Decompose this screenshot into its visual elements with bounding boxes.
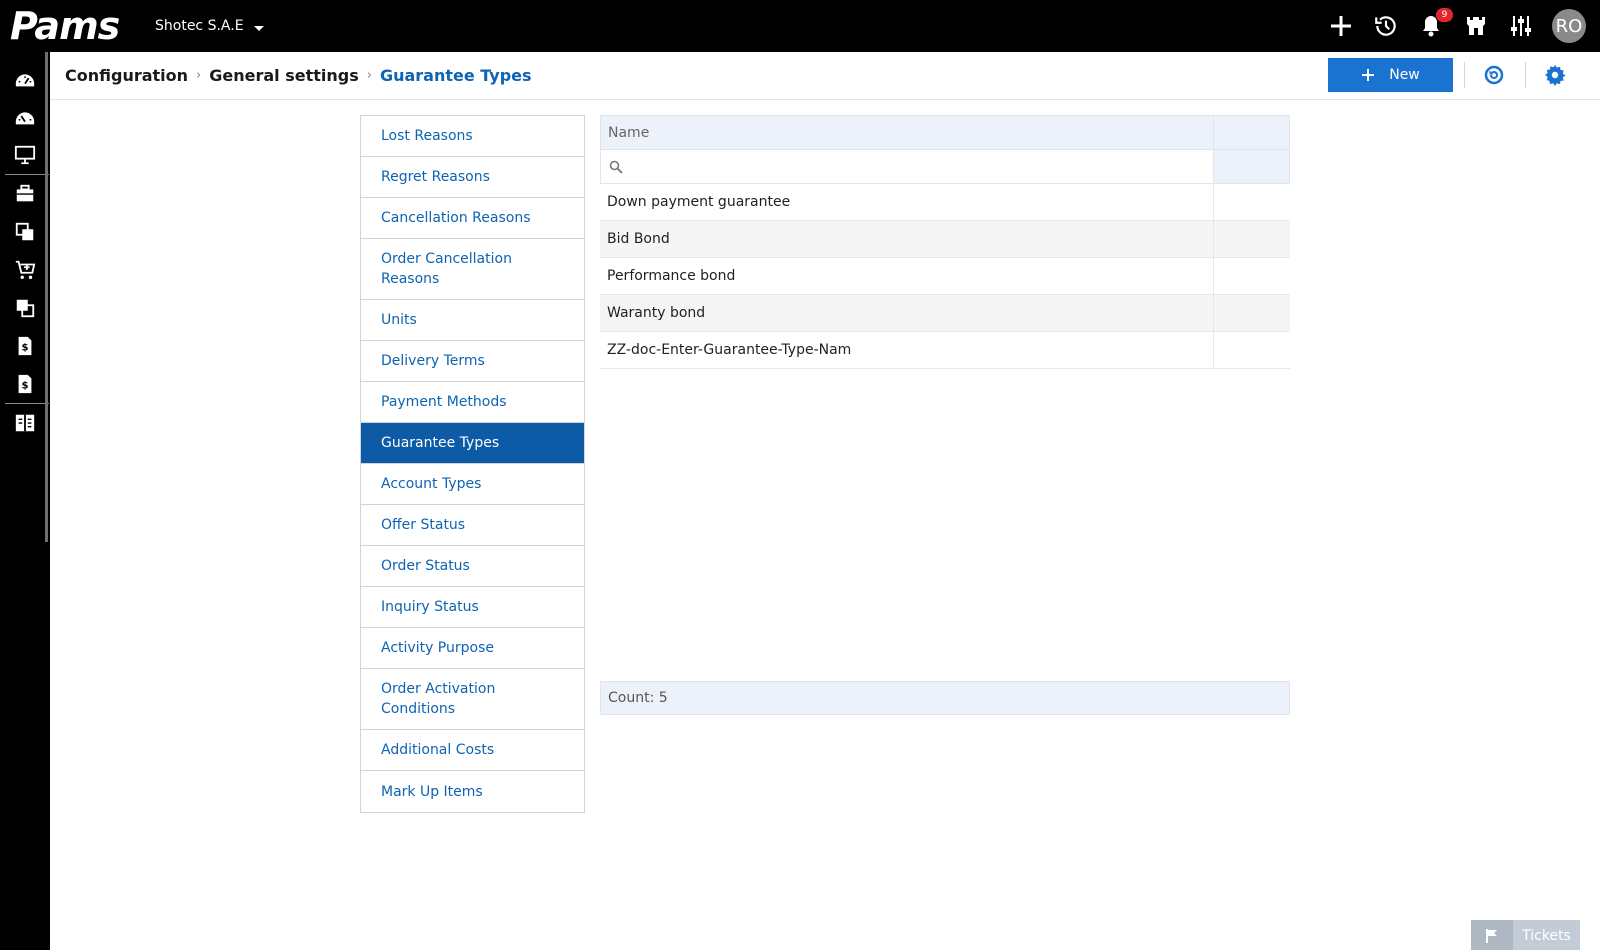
settings-item-lost-reasons[interactable]: Lost Reasons: [361, 116, 584, 157]
avatar[interactable]: RO: [1552, 9, 1586, 43]
sliders-icon[interactable]: [1507, 12, 1535, 40]
layout-icon[interactable]: [0, 404, 50, 442]
settings-item-payment-methods[interactable]: Payment Methods: [361, 382, 584, 423]
column-header-name[interactable]: Name: [601, 116, 1214, 149]
settings-item-delivery-terms[interactable]: Delivery Terms: [361, 341, 584, 382]
chevron-right-icon: ›: [366, 67, 372, 83]
flag-icon: [1471, 920, 1513, 950]
breadcrumb-bar: Configuration › General settings › Guara…: [50, 52, 1600, 100]
cell-name: ZZ-doc-Enter-Guarantee-Type-Nam: [600, 332, 1214, 368]
top-actions: 9 RO: [1327, 0, 1586, 52]
cell-actions: [1214, 258, 1290, 294]
name-filter-input[interactable]: [629, 158, 1189, 175]
settings-menu: Lost Reasons Regret Reasons Cancellation…: [360, 115, 585, 813]
table-row[interactable]: ZZ-doc-Enter-Guarantee-Type-Nam: [600, 332, 1290, 369]
cell-name: Performance bond: [600, 258, 1214, 294]
gear-icon[interactable]: [1543, 63, 1567, 87]
toolbar-divider: [1525, 62, 1526, 88]
cell-actions: [1214, 221, 1290, 257]
invoice-alt-icon[interactable]: $: [0, 365, 50, 403]
guarantee-types-grid: Name Down payment guarantee Bid Bond Per…: [600, 115, 1290, 369]
cell-name: Waranty bond: [600, 295, 1214, 331]
app-logo[interactable]: Pams: [10, 4, 120, 48]
documents-alt-icon[interactable]: [0, 289, 50, 327]
settings-item-offer-status[interactable]: Offer Status: [361, 505, 584, 546]
breadcrumb-guarantee-types: Guarantee Types: [379, 65, 532, 85]
invoice-icon[interactable]: $: [0, 327, 50, 365]
left-rail: $ $: [0, 52, 50, 950]
bell-icon[interactable]: 9: [1417, 8, 1453, 40]
new-button[interactable]: New: [1328, 58, 1453, 92]
settings-item-activity-purpose[interactable]: Activity Purpose: [361, 628, 584, 669]
settings-item-order-activation-conditions[interactable]: Order Activation Conditions: [361, 669, 584, 730]
dashboard-icon[interactable]: [0, 60, 50, 98]
cell-actions: [1214, 184, 1290, 220]
castle-icon[interactable]: [1462, 12, 1490, 40]
settings-item-inquiry-status[interactable]: Inquiry Status: [361, 587, 584, 628]
plus-icon[interactable]: [1327, 12, 1355, 40]
refresh-icon[interactable]: [1482, 63, 1506, 87]
cell-actions: [1214, 332, 1290, 368]
plus-icon: [1362, 69, 1375, 81]
settings-item-account-types[interactable]: Account Types: [361, 464, 584, 505]
table-row[interactable]: Down payment guarantee: [600, 184, 1290, 221]
svg-text:$: $: [21, 343, 28, 354]
tickets-button[interactable]: Tickets: [1471, 920, 1580, 950]
rail-scrollbar[interactable]: [45, 52, 48, 542]
top-bar: Pams Shotec S.A.E 9 RO: [0, 0, 1600, 52]
monitor-icon[interactable]: [0, 136, 50, 174]
column-header-actions: [1214, 116, 1289, 149]
breadcrumb-general-settings[interactable]: General settings: [209, 66, 359, 85]
documents-icon[interactable]: [0, 213, 50, 251]
cart-icon[interactable]: [0, 251, 50, 289]
svg-text:$: $: [21, 381, 28, 392]
settings-item-order-status[interactable]: Order Status: [361, 546, 584, 587]
breadcrumb: Configuration › General settings › Guara…: [65, 52, 532, 98]
dashboard-alt-icon[interactable]: [0, 98, 50, 136]
table-row[interactable]: Bid Bond: [600, 221, 1290, 258]
grid-header: Name: [600, 115, 1290, 150]
chevron-right-icon: ›: [196, 67, 202, 83]
new-button-label: New: [1389, 67, 1420, 83]
caret-down-icon: [253, 25, 264, 31]
search-icon: [609, 160, 623, 174]
cell-name: Bid Bond: [600, 221, 1214, 257]
briefcase-icon[interactable]: [0, 175, 50, 213]
filter-cell-actions: [1214, 150, 1289, 183]
settings-item-units[interactable]: Units: [361, 300, 584, 341]
company-selector[interactable]: Shotec S.A.E: [155, 0, 264, 52]
logo-text: Pams: [10, 4, 120, 48]
notification-badge: 9: [1436, 8, 1453, 22]
settings-item-mark-up-items[interactable]: Mark Up Items: [361, 771, 584, 812]
cell-actions: [1214, 295, 1290, 331]
breadcrumb-configuration[interactable]: Configuration: [65, 66, 188, 85]
settings-item-regret-reasons[interactable]: Regret Reasons: [361, 157, 584, 198]
settings-item-order-cancellation-reasons[interactable]: Order Cancellation Reasons: [361, 239, 584, 300]
grid-count: Count: 5: [600, 681, 1290, 715]
filter-cell: [601, 150, 1214, 183]
settings-item-cancellation-reasons[interactable]: Cancellation Reasons: [361, 198, 584, 239]
toolbar-divider: [1464, 62, 1465, 88]
tickets-label: Tickets: [1522, 928, 1571, 944]
grid-filter-row: [600, 150, 1290, 184]
history-icon[interactable]: [1372, 12, 1400, 40]
table-row[interactable]: Waranty bond: [600, 295, 1290, 332]
cell-name: Down payment guarantee: [600, 184, 1214, 220]
table-row[interactable]: Performance bond: [600, 258, 1290, 295]
company-name: Shotec S.A.E: [155, 18, 244, 34]
settings-item-additional-costs[interactable]: Additional Costs: [361, 730, 584, 771]
settings-item-guarantee-types[interactable]: Guarantee Types: [361, 423, 584, 464]
